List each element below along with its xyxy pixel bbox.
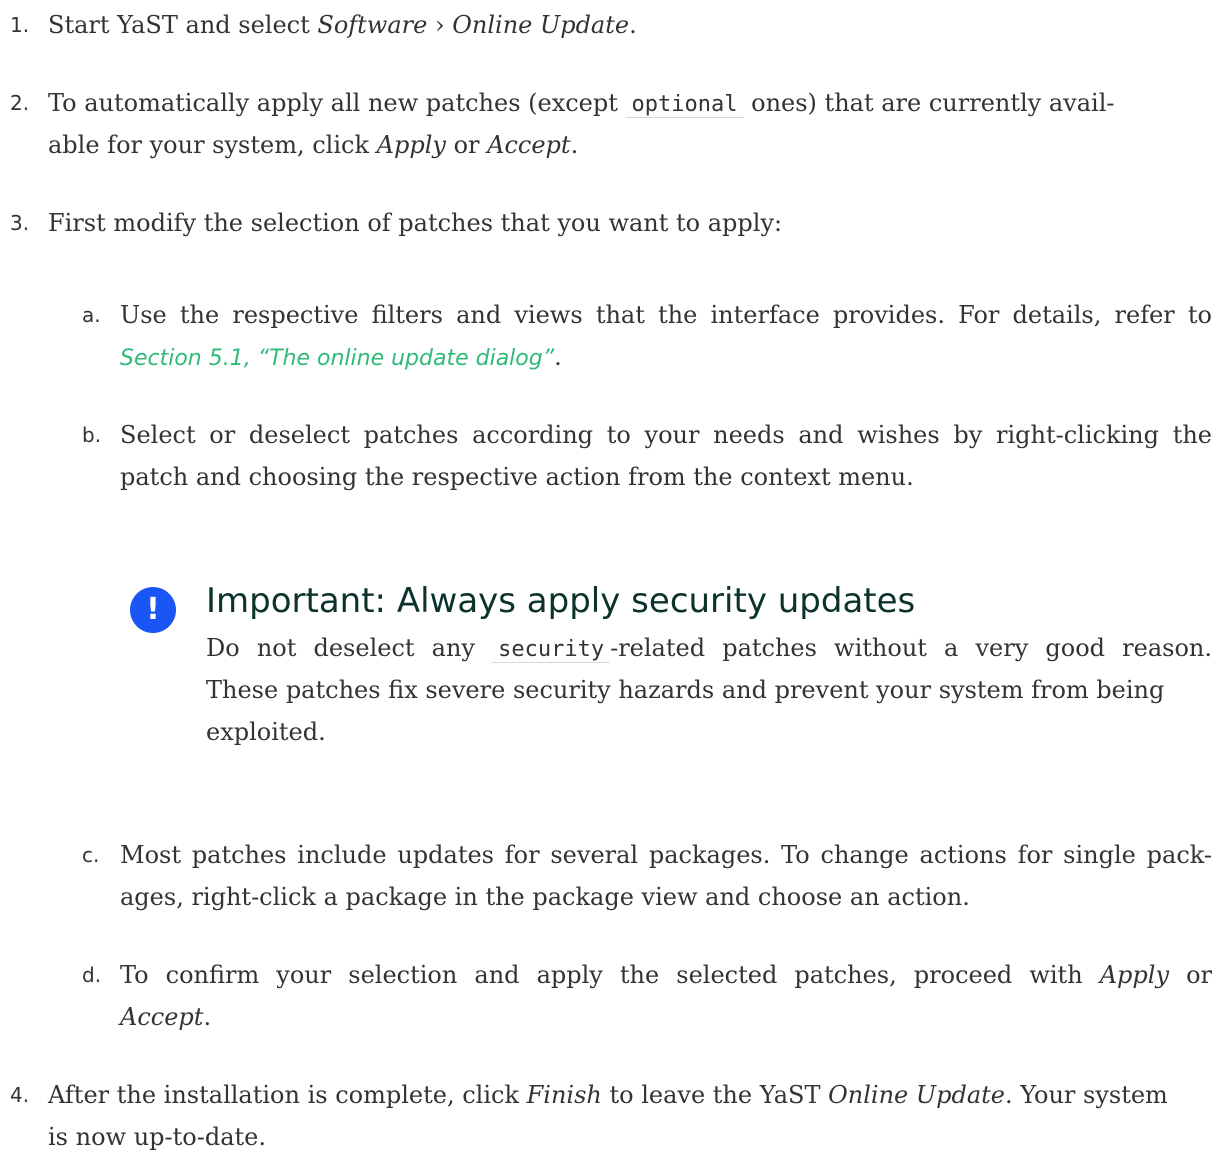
button-apply: Apply	[376, 131, 446, 159]
substep-text: ages, right-click a package in the packa…	[120, 883, 970, 911]
text: .	[554, 343, 562, 371]
section-link[interactable]: Section 5.1, “The online update dialog”	[120, 346, 554, 371]
substep-text: Select or deselect patches according to …	[120, 421, 1212, 449]
menu-software: Software	[317, 11, 428, 39]
important-icon: !	[130, 587, 176, 633]
substep-text: Use the respective filters and views tha…	[120, 301, 1212, 329]
button-finish: Finish	[526, 1081, 602, 1109]
text: Do not deselect any	[206, 634, 493, 662]
text: .	[629, 11, 637, 39]
substep-text: Most patches include updates for several…	[120, 841, 1212, 869]
substep-number: a.	[82, 303, 101, 327]
text: .	[203, 1003, 212, 1031]
admonition-text: Do not deselect any security -related pat…	[206, 631, 1212, 667]
step-number: 2.	[10, 91, 30, 115]
admonition-text: exploited.	[206, 718, 326, 746]
step-text: able for your system, click Apply or Acc…	[48, 128, 578, 162]
substep-text: To confirm your selection and apply the …	[120, 958, 1212, 992]
text: . Your system	[1004, 1081, 1168, 1109]
text: -related patches without a very good rea…	[610, 634, 1212, 662]
text: To automatically apply all new patches (…	[48, 89, 626, 117]
substep-text: Section 5.1, “The online update dialog”.	[120, 340, 562, 376]
step-number: 4.	[10, 1083, 30, 1107]
substep-text: Accept.	[120, 1000, 211, 1034]
menu-separator: ›	[427, 11, 453, 39]
text: .	[570, 131, 579, 159]
text: to leave the YaST	[601, 1081, 829, 1109]
text: To confirm your selection and apply the …	[120, 961, 1100, 989]
text: ones) that are currently avail-	[743, 89, 1115, 117]
code-security: security	[492, 637, 611, 663]
substep-text: patch and choosing the respective action…	[120, 463, 914, 491]
text: or	[445, 131, 488, 159]
step-text: Start YaST and select Software › Online …	[48, 8, 637, 42]
substep-number: d.	[82, 963, 102, 987]
step-text: is now up-to-date.	[48, 1123, 266, 1151]
step-text: First modify the selection of patches th…	[48, 209, 783, 237]
procedure: 1. Start YaST and select Software › Onli…	[0, 0, 1232, 1167]
menu-online-update: Online Update	[452, 11, 630, 39]
button-accept: Accept	[120, 1003, 204, 1031]
step-number: 1.	[10, 13, 30, 37]
step-text: After the installation is complete, clic…	[48, 1078, 1168, 1112]
code-optional: optional	[625, 92, 744, 118]
text: After the installation is complete, clic…	[48, 1081, 527, 1109]
text: Start YaST and select	[48, 11, 318, 39]
button-accept: Accept	[487, 131, 571, 159]
text: able for your system, click	[48, 131, 377, 159]
menu-online-update: Online Update	[828, 1081, 1005, 1109]
step-text: To automatically apply all new patches (…	[48, 86, 1115, 122]
text: or	[1169, 961, 1212, 989]
button-apply: Apply	[1099, 961, 1170, 989]
admonition-title: Important: Always apply security updates	[206, 581, 916, 621]
substep-number: b.	[82, 423, 102, 447]
admonition-text: These patches fix severe security hazard…	[206, 676, 1165, 704]
substep-number: c.	[82, 843, 100, 867]
step-number: 3.	[10, 211, 30, 235]
